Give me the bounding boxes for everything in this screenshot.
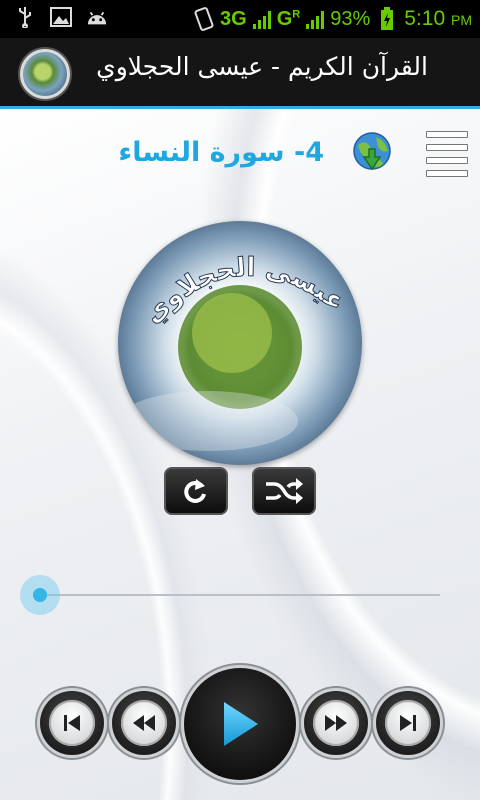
fast-forward-icon <box>325 715 347 731</box>
battery-charging-icon <box>376 7 398 30</box>
signal-icon <box>252 9 271 29</box>
shuffle-icon <box>266 478 303 504</box>
skip-next-icon <box>400 715 416 731</box>
skip-previous-icon <box>64 715 80 731</box>
image-icon <box>50 6 72 28</box>
network-type: 3G <box>220 7 247 30</box>
surah-title: 4- سورة النساء <box>118 137 324 168</box>
player-screen: 4- سورة النساء عيسى الحجلاوي <box>0 109 480 800</box>
android-icon <box>86 6 108 28</box>
play-icon <box>224 702 258 746</box>
repeat-icon <box>184 479 206 503</box>
repeat-button[interactable] <box>164 467 228 515</box>
rewind-icon <box>133 715 155 731</box>
fast-forward-button[interactable] <box>304 691 368 755</box>
battery-percent: 93% <box>330 7 371 30</box>
skip-next-button[interactable] <box>376 691 440 755</box>
seek-bar[interactable] <box>40 594 440 596</box>
seek-thumb[interactable] <box>20 575 60 615</box>
app-title: القرآن الكريم - عيسى الحجلاوي <box>96 52 428 81</box>
reciter-artwork: عيسى الحجلاوي <box>118 221 362 465</box>
skip-previous-button[interactable] <box>40 691 104 755</box>
status-bar: 3G GR 93% 5:10 PM <box>0 0 480 38</box>
rewind-button[interactable] <box>112 691 176 755</box>
usb-icon <box>14 6 36 28</box>
menu-icon[interactable] <box>426 131 468 177</box>
app-logo[interactable] <box>20 49 70 99</box>
play-button[interactable] <box>184 668 296 780</box>
clock: 5:10 PM <box>404 7 472 30</box>
network-type-2: GR <box>276 7 301 30</box>
vibrate-icon <box>192 7 214 31</box>
shuffle-button[interactable] <box>252 467 316 515</box>
signal-icon-2 <box>306 9 325 29</box>
action-bar: القرآن الكريم - عيسى الحجلاوي <box>0 38 480 109</box>
download-globe-icon[interactable] <box>348 129 396 177</box>
